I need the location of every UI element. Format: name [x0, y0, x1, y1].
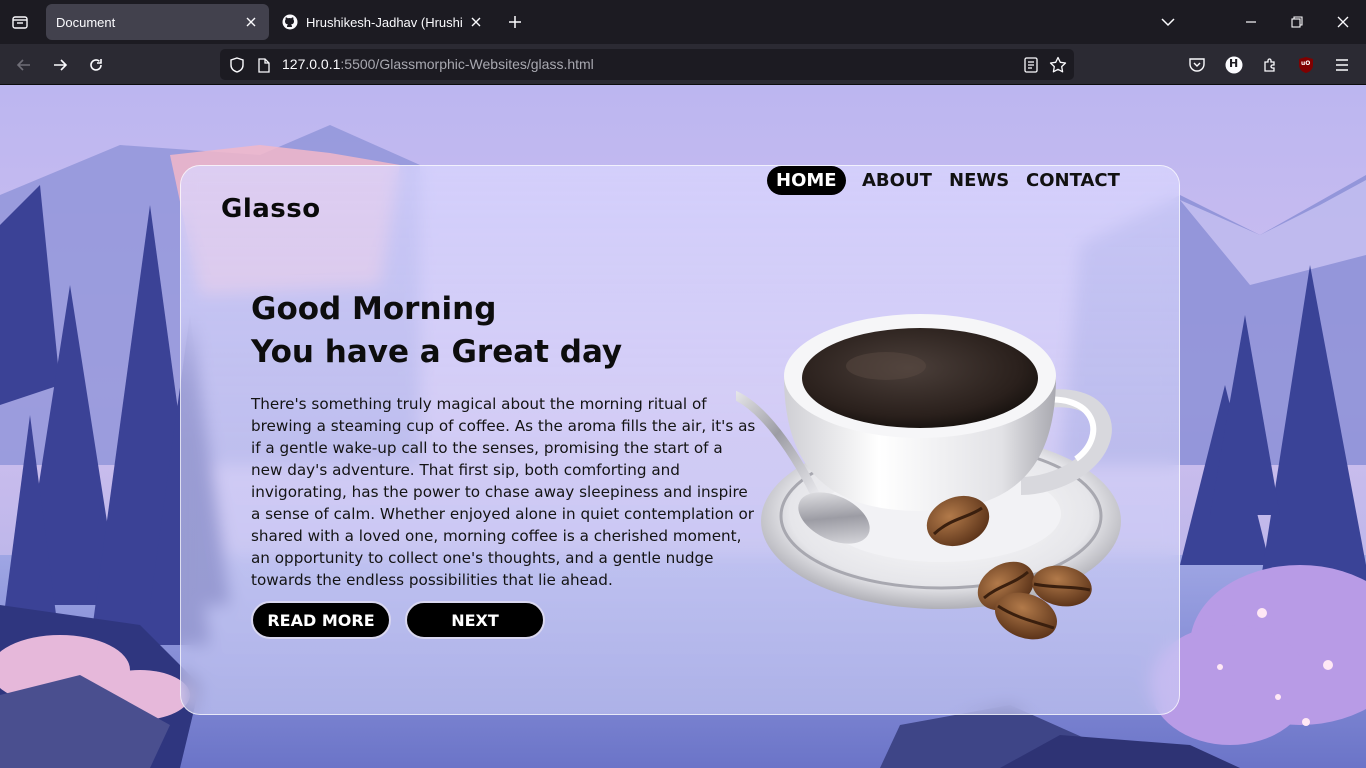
site-logo[interactable]: Glasso — [221, 194, 321, 224]
plus-icon[interactable] — [503, 10, 527, 34]
page-icon[interactable] — [256, 56, 272, 74]
tab-list-icon[interactable] — [8, 10, 32, 34]
extensions-icon[interactable] — [1258, 53, 1282, 77]
nav-home[interactable]: HOME — [767, 166, 846, 195]
nav-news[interactable]: NEWS — [949, 166, 1009, 195]
nav-about[interactable]: ABOUT — [862, 166, 932, 195]
github-icon — [282, 14, 298, 30]
nav-contact[interactable]: CONTACT — [1026, 166, 1120, 195]
shield-icon[interactable] — [228, 56, 246, 74]
reload-icon[interactable] — [83, 52, 109, 78]
coffee-cup-image — [736, 314, 1121, 640]
ublock-label: uO — [1301, 60, 1311, 67]
window-close-icon[interactable] — [1331, 10, 1355, 34]
reader-view-icon[interactable] — [1022, 56, 1040, 74]
navigation-toolbar: 127.0.0.1:5500/Glassmorphic-Websites/gla… — [0, 44, 1366, 85]
heading-line-1: Good Morning — [251, 291, 497, 327]
url-text[interactable]: 127.0.0.1:5500/Glassmorphic-Websites/gla… — [282, 56, 594, 72]
url-path: :5500/Glassmorphic-Websites/glass.html — [340, 56, 594, 72]
close-icon[interactable] — [468, 14, 484, 30]
star-icon[interactable] — [1048, 55, 1068, 75]
profile-avatar[interactable]: H — [1222, 53, 1246, 77]
menu-icon[interactable] — [1330, 53, 1354, 77]
ublock-icon[interactable]: uO — [1294, 53, 1318, 77]
url-host: 127.0.0.1 — [282, 56, 341, 72]
tab-title: Hrushikesh-Jadhav (Hrushikesh — [306, 14, 462, 30]
minimize-icon[interactable] — [1239, 10, 1263, 34]
next-button[interactable]: NEXT — [405, 601, 545, 639]
glass-card: Glasso HOME ABOUT NEWS CONTACT Good Morn… — [180, 165, 1180, 715]
heading-line-2: You have a Great day — [251, 334, 623, 370]
forward-arrow-icon[interactable] — [47, 52, 73, 78]
pocket-icon[interactable] — [1185, 53, 1209, 77]
tab-github[interactable]: Hrushikesh-Jadhav (Hrushikesh — [272, 4, 494, 40]
chevron-down-icon[interactable] — [1156, 10, 1180, 34]
hero-paragraph: There's something truly magical about th… — [251, 395, 756, 589]
hero-heading: Good Morning You have a Great day — [251, 288, 622, 374]
tab-document[interactable]: Document — [46, 4, 269, 40]
restore-icon[interactable] — [1285, 10, 1309, 34]
tab-title: Document — [56, 14, 116, 30]
profile-initial: H — [1229, 57, 1239, 70]
close-icon[interactable] — [243, 14, 259, 30]
read-more-button[interactable]: READ MORE — [251, 601, 391, 639]
back-arrow-icon[interactable] — [11, 52, 37, 78]
tab-strip: Document Hrushikesh-Jadhav (Hrushikesh — [0, 0, 1366, 44]
address-bar[interactable]: 127.0.0.1:5500/Glassmorphic-Websites/gla… — [220, 49, 1074, 80]
page-viewport: Glasso HOME ABOUT NEWS CONTACT Good Morn… — [0, 85, 1366, 768]
